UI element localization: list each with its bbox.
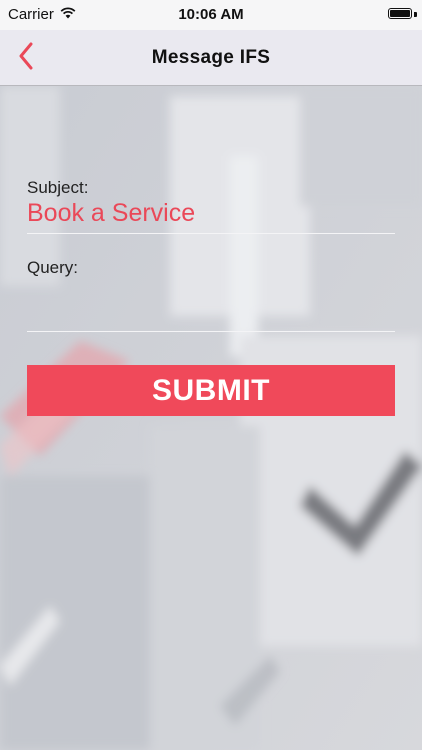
battery-tip	[414, 12, 417, 17]
submit-button[interactable]: SUBMIT	[27, 365, 395, 416]
query-label: Query:	[27, 258, 79, 277]
chevron-left-icon	[18, 42, 34, 75]
subject-input[interactable]	[27, 198, 395, 234]
status-time: 10:06 AM	[178, 6, 244, 23]
message-form: Subject: Query:	[27, 178, 395, 332]
navigation-bar: Message IFS	[0, 30, 422, 86]
page-title: Message IFS	[151, 47, 271, 68]
status-bar: Carrier 10:06 AM	[0, 0, 422, 30]
subject-label: Subject:	[27, 178, 89, 197]
battery-icon	[388, 8, 412, 19]
query-input[interactable]	[27, 278, 395, 332]
back-button[interactable]	[6, 38, 46, 78]
screen: Carrier 10:06 AM Message IFS Subject: Bo…	[0, 0, 422, 750]
